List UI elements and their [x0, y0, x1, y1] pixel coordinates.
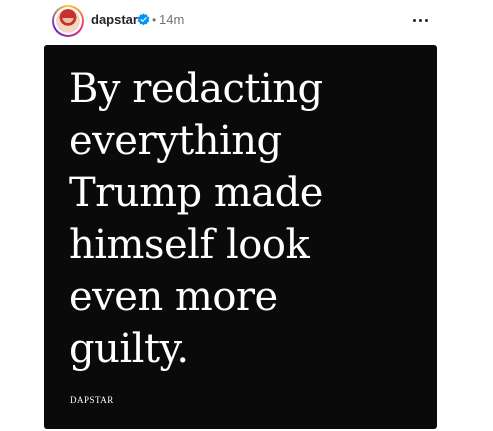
avatar-ring — [54, 7, 82, 35]
post-timestamp[interactable]: 14m — [159, 12, 184, 28]
more-options-icon[interactable] — [409, 10, 431, 30]
more-dot — [418, 18, 422, 22]
quote-text: By redacting everything Trump made himse… — [69, 66, 323, 372]
avatar-cap — [60, 11, 76, 18]
post-header: dapstar • 14m — [0, 0, 493, 42]
avatar[interactable] — [52, 5, 84, 37]
image-signature: DAPSTAR — [70, 395, 114, 405]
post-image[interactable]: By redacting everything Trump made himse… — [44, 45, 437, 429]
verified-badge-icon — [137, 13, 150, 26]
more-dot — [412, 18, 416, 22]
username-link[interactable]: dapstar — [91, 12, 138, 28]
post-card: dapstar • 14m By redacting everything Tr… — [0, 0, 493, 431]
more-dot — [424, 18, 428, 22]
header-separator: • — [152, 13, 157, 27]
avatar-photo — [56, 9, 80, 33]
